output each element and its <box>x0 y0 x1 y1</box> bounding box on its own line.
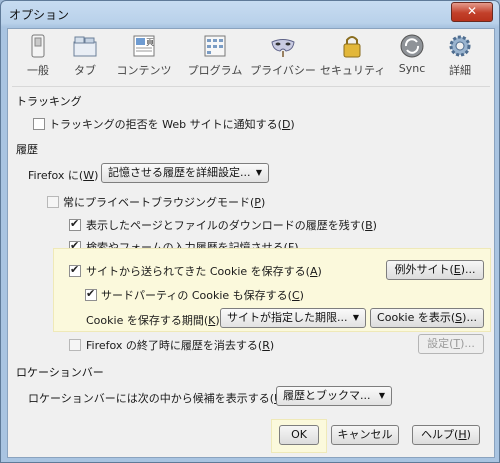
dnt-label[interactable]: トラッキングの拒否を Web サイトに通知する(D) <box>49 116 295 132</box>
keep-until-label: Cookie を保存する期間(K): <box>86 314 223 327</box>
accept-cookies-checkbox[interactable] <box>69 263 81 277</box>
location-bar-heading: ロケーションバー <box>16 366 104 379</box>
keep-until-select[interactable]: サイトが指定した期限... ▼ <box>220 308 366 328</box>
pane-applications[interactable]: プログラム <box>180 33 250 81</box>
third-party-cookies-label[interactable]: サードパーティの Cookie も保存する(C) <box>101 287 304 303</box>
tracking-heading: トラッキング <box>16 95 82 108</box>
pane-sync[interactable]: Sync <box>392 33 432 81</box>
general-switch-icon <box>25 33 51 59</box>
dnt-checkbox[interactable] <box>33 118 45 130</box>
applications-icon <box>202 33 228 59</box>
options-window: オプション ✕ 一般 タブ 頁 コンテンツ プログラム プライバシー セキュリテ… <box>0 0 500 463</box>
options-client-area: 一般 タブ 頁 コンテンツ プログラム プライバシー セキュリティ Sync 詳… <box>7 28 495 458</box>
pane-content[interactable]: 頁 コンテンツ <box>112 33 176 81</box>
history-heading: 履歴 <box>16 143 38 156</box>
close-icon[interactable]: ✕ <box>451 2 493 22</box>
private-mode-checkbox[interactable] <box>47 196 59 208</box>
suggest-label: ロケーションバーには次の中から候補を表示する(U): <box>28 392 290 405</box>
advanced-gear-icon <box>447 33 473 59</box>
show-cookies-button[interactable]: Cookie を表示(S)... <box>370 308 484 328</box>
pane-advanced-label: 詳細 <box>449 64 471 77</box>
privacy-mask-icon <box>270 33 296 59</box>
clear-on-close-label[interactable]: Firefox の終了時に履歴を消去する(R) <box>86 337 274 353</box>
svg-text:頁: 頁 <box>146 38 154 47</box>
remember-browsing-checkbox[interactable] <box>69 217 81 231</box>
chevron-down-icon: ▼ <box>255 168 262 177</box>
firefox-will-label: Firefox に(W) <box>28 169 99 182</box>
history-mode-select[interactable]: 記憶させる履歴を詳細設定... ▼ <box>101 163 269 183</box>
pane-content-label: コンテンツ <box>116 64 172 77</box>
pane-privacy-label: プライバシー <box>250 64 316 77</box>
window-title: オプション <box>9 8 70 22</box>
security-lock-icon <box>339 33 365 59</box>
sync-icon <box>399 33 425 59</box>
pane-sync-label: Sync <box>398 62 426 75</box>
ok-button[interactable]: OK <box>279 425 319 445</box>
accept-cookies-label[interactable]: サイトから送られてきた Cookie を保存する(A) <box>86 263 322 279</box>
pane-applications-label: プログラム <box>187 64 243 77</box>
chevron-down-icon: ▼ <box>352 313 359 322</box>
pane-general-label: 一般 <box>27 64 49 77</box>
pane-general[interactable]: 一般 <box>18 33 58 81</box>
content-icon: 頁 <box>131 33 157 59</box>
pane-tabs-label: タブ <box>74 64 96 77</box>
tabs-icon <box>72 33 98 59</box>
chevron-down-icon: ▼ <box>378 391 385 400</box>
third-party-cookies-checkbox[interactable] <box>85 287 97 301</box>
exceptions-button[interactable]: 例外サイト(E)... <box>386 260 484 280</box>
cancel-button[interactable]: キャンセル <box>331 425 399 445</box>
clear-settings-button[interactable]: 設定(T)... <box>418 334 484 354</box>
pane-security[interactable]: セキュリティ <box>320 33 386 81</box>
toolbar-divider <box>12 86 490 87</box>
help-button[interactable]: ヘルプ(H) <box>412 425 480 445</box>
remember-browsing-label[interactable]: 表示したページとファイルのダウンロードの履歴を残す(B) <box>86 217 377 233</box>
suggest-select[interactable]: 履歴とブックマ... ▼ <box>276 386 392 406</box>
private-mode-label[interactable]: 常にプライベートブラウジングモード(P) <box>63 194 265 210</box>
clear-on-close-checkbox[interactable] <box>69 339 81 351</box>
pane-privacy[interactable]: プライバシー <box>248 33 318 81</box>
pane-advanced[interactable]: 詳細 <box>440 33 480 81</box>
pane-toolbar: 一般 タブ 頁 コンテンツ プログラム プライバシー セキュリティ Sync 詳… <box>8 29 494 84</box>
pane-tabs[interactable]: タブ <box>65 33 105 81</box>
pane-security-label: セキュリティ <box>320 64 386 77</box>
